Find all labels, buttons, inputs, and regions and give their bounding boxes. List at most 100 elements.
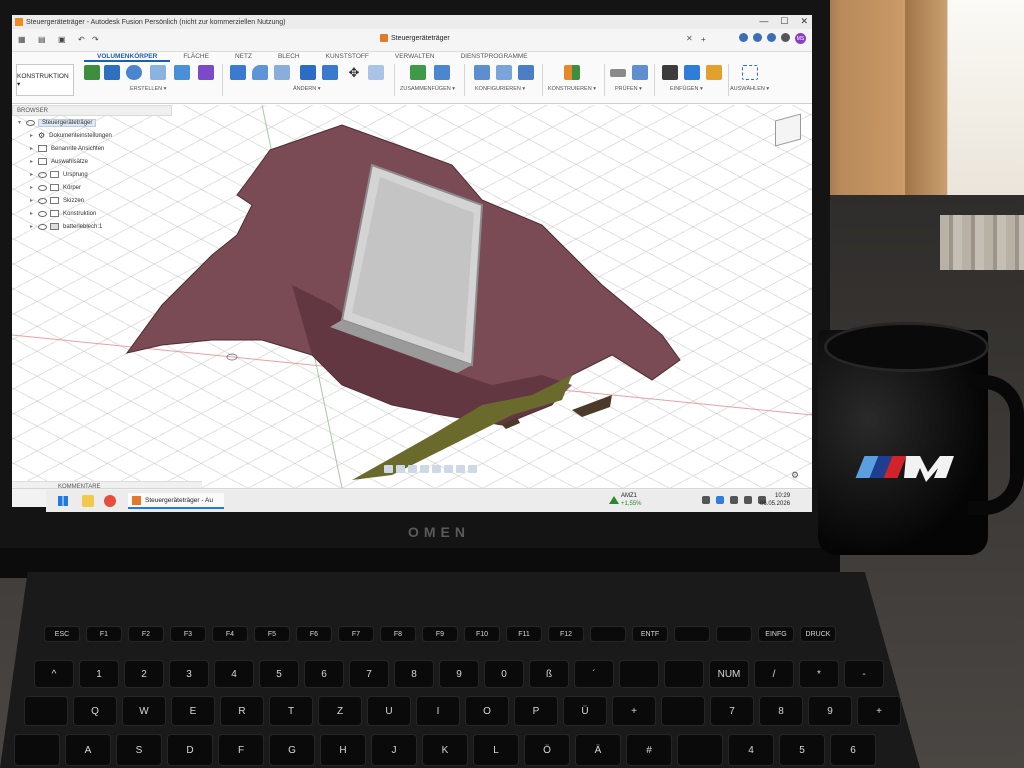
redo-icon[interactable]: ↷ [92, 35, 99, 44]
viewports-icon[interactable] [468, 465, 477, 473]
orbit-icon[interactable] [384, 465, 393, 473]
insert-derive-icon[interactable] [662, 65, 678, 80]
parameters-icon[interactable] [474, 65, 490, 80]
expand-arrow-icon[interactable]: ▸ [30, 145, 38, 152]
browser-header[interactable]: BROWSER [12, 105, 172, 116]
shell-icon[interactable] [300, 65, 316, 80]
vivaldi-browser-icon[interactable] [104, 495, 116, 507]
user-avatar[interactable]: MS [795, 33, 806, 44]
tab-manage[interactable]: VERWALTEN [382, 53, 448, 62]
tab-surface[interactable]: FLÄCHE [170, 53, 222, 62]
align-icon[interactable] [368, 65, 384, 80]
pattern-icon[interactable] [174, 65, 190, 80]
combine-icon[interactable] [322, 65, 338, 80]
browser-item[interactable]: ▸ Konstruktion [12, 207, 172, 220]
notifications-icon[interactable] [753, 33, 762, 42]
minimize-button[interactable]: — [759, 17, 768, 26]
job-status-icon[interactable] [739, 33, 748, 42]
tab-mesh[interactable]: NETZ [222, 53, 265, 62]
fillet-icon[interactable] [252, 65, 268, 80]
browser-item[interactable]: ▸ Skizzen [12, 194, 172, 207]
display-mode-icon[interactable] [444, 465, 453, 473]
expand-arrow-icon[interactable]: ▸ [30, 184, 38, 191]
grid-settings-icon[interactable] [456, 465, 465, 473]
maximize-button[interactable]: ☐ [780, 17, 788, 26]
interference-icon[interactable] [632, 65, 648, 80]
hole-icon[interactable] [150, 65, 166, 80]
construct-plane-icon[interactable] [564, 65, 580, 80]
measure-icon[interactable] [610, 69, 626, 77]
eye-icon[interactable] [38, 197, 47, 204]
expand-arrow-icon[interactable]: ▸ [30, 158, 38, 165]
expand-arrow-icon[interactable]: ▸ [30, 223, 38, 230]
tab-utilities[interactable]: DIENSTPROGRAMME [447, 53, 540, 62]
new-tab-button[interactable]: + [701, 35, 706, 44]
chamfer-icon[interactable] [274, 65, 290, 80]
windows-start-icon[interactable] [58, 496, 68, 506]
browser-item[interactable]: ▸ Benannte Ansichten [12, 142, 172, 155]
expand-arrow-icon[interactable]: ▸ [30, 210, 38, 217]
configure-icon[interactable] [518, 65, 534, 80]
close-button[interactable]: ✕ [800, 17, 808, 26]
look-at-icon[interactable] [396, 465, 405, 473]
tab-plastic[interactable]: KUNSTSTOFF [313, 53, 382, 62]
group-select[interactable]: AUSWÄHLEN ▾ [730, 86, 769, 92]
document-tab[interactable]: Steuergeräteträger [380, 34, 450, 42]
eye-icon[interactable] [38, 171, 47, 178]
tab-sheet-metal[interactable]: BLECH [265, 53, 313, 62]
taskbar-fusion-app[interactable]: Steuergeräteträger - Au [128, 493, 224, 509]
file-menu-icon[interactable]: ▤ [38, 35, 46, 44]
extrude-icon[interactable] [104, 65, 120, 80]
revolve-icon[interactable] [126, 65, 142, 80]
press-pull-icon[interactable] [230, 65, 246, 80]
group-construct[interactable]: KONSTRUIEREN ▾ [548, 86, 596, 92]
group-assemble[interactable]: ZUSAMMENFÜGEN ▾ [400, 86, 455, 92]
browser-item[interactable]: ▸ Körper [12, 181, 172, 194]
create-form-icon[interactable] [198, 65, 214, 80]
stock-widget[interactable]: AMZ1 +1,55% [621, 492, 642, 508]
joint-icon[interactable] [434, 65, 450, 80]
wifi-icon[interactable] [730, 496, 738, 504]
browser-item[interactable]: ▸ Ursprung [12, 168, 172, 181]
fit-icon[interactable] [432, 465, 441, 473]
eye-icon[interactable] [38, 184, 47, 191]
browser-item[interactable]: ▸ ⚙ Dokumenteinstellungen [12, 129, 172, 142]
clock-icon[interactable] [781, 33, 790, 42]
help-icon[interactable] [767, 33, 776, 42]
group-insert[interactable]: EINFÜGEN ▾ [670, 86, 703, 92]
expand-arrow-icon[interactable]: ▸ [30, 197, 38, 204]
table-icon[interactable] [496, 65, 512, 80]
expand-arrow-icon[interactable]: ▸ [30, 132, 38, 139]
eye-icon[interactable] [38, 223, 47, 230]
undo-icon[interactable]: ↶ [78, 35, 85, 44]
volume-icon[interactable] [744, 496, 752, 504]
eye-icon[interactable] [26, 119, 35, 126]
pan-icon[interactable] [408, 465, 417, 473]
grid-menu-icon[interactable]: ▦ [18, 35, 26, 44]
document-tab-close[interactable]: ✕ [686, 34, 693, 43]
group-create[interactable]: ERSTELLEN ▾ [130, 86, 166, 92]
save-icon[interactable]: ▣ [58, 35, 66, 44]
browser-root[interactable]: ▾ Steuergeräteträger [12, 116, 172, 129]
cloud-icon[interactable] [716, 496, 724, 504]
move-icon[interactable]: ✥ [346, 65, 362, 80]
browser-item[interactable]: ▸ Auswahlsätze [12, 155, 172, 168]
group-modify[interactable]: ÄNDERN ▾ [293, 86, 321, 92]
insert-mcmaster-icon[interactable] [706, 65, 722, 80]
tray-expand-icon[interactable] [702, 496, 710, 504]
workspace-selector[interactable]: KONSTRUKTION ▾ [16, 64, 74, 96]
system-clock[interactable]: 10:29 06.05.2026 [760, 492, 790, 508]
group-inspect[interactable]: PRÜFEN ▾ [615, 86, 642, 92]
select-icon[interactable] [742, 65, 758, 80]
insert-image-icon[interactable] [684, 65, 700, 80]
group-configure[interactable]: KONFIGURIEREN ▾ [475, 86, 525, 92]
new-sketch-icon[interactable] [84, 65, 100, 80]
file-explorer-icon[interactable] [82, 495, 94, 507]
new-component-icon[interactable] [410, 65, 426, 80]
expand-arrow-icon[interactable]: ▸ [30, 171, 38, 178]
eye-icon[interactable] [38, 210, 47, 217]
browser-item[interactable]: ▸ batterieblech:1 [12, 220, 172, 233]
tab-solid[interactable]: VOLUMENKÖRPER [84, 53, 171, 62]
zoom-icon[interactable] [420, 465, 429, 473]
display-settings-icon[interactable]: ⚙ [791, 470, 799, 481]
